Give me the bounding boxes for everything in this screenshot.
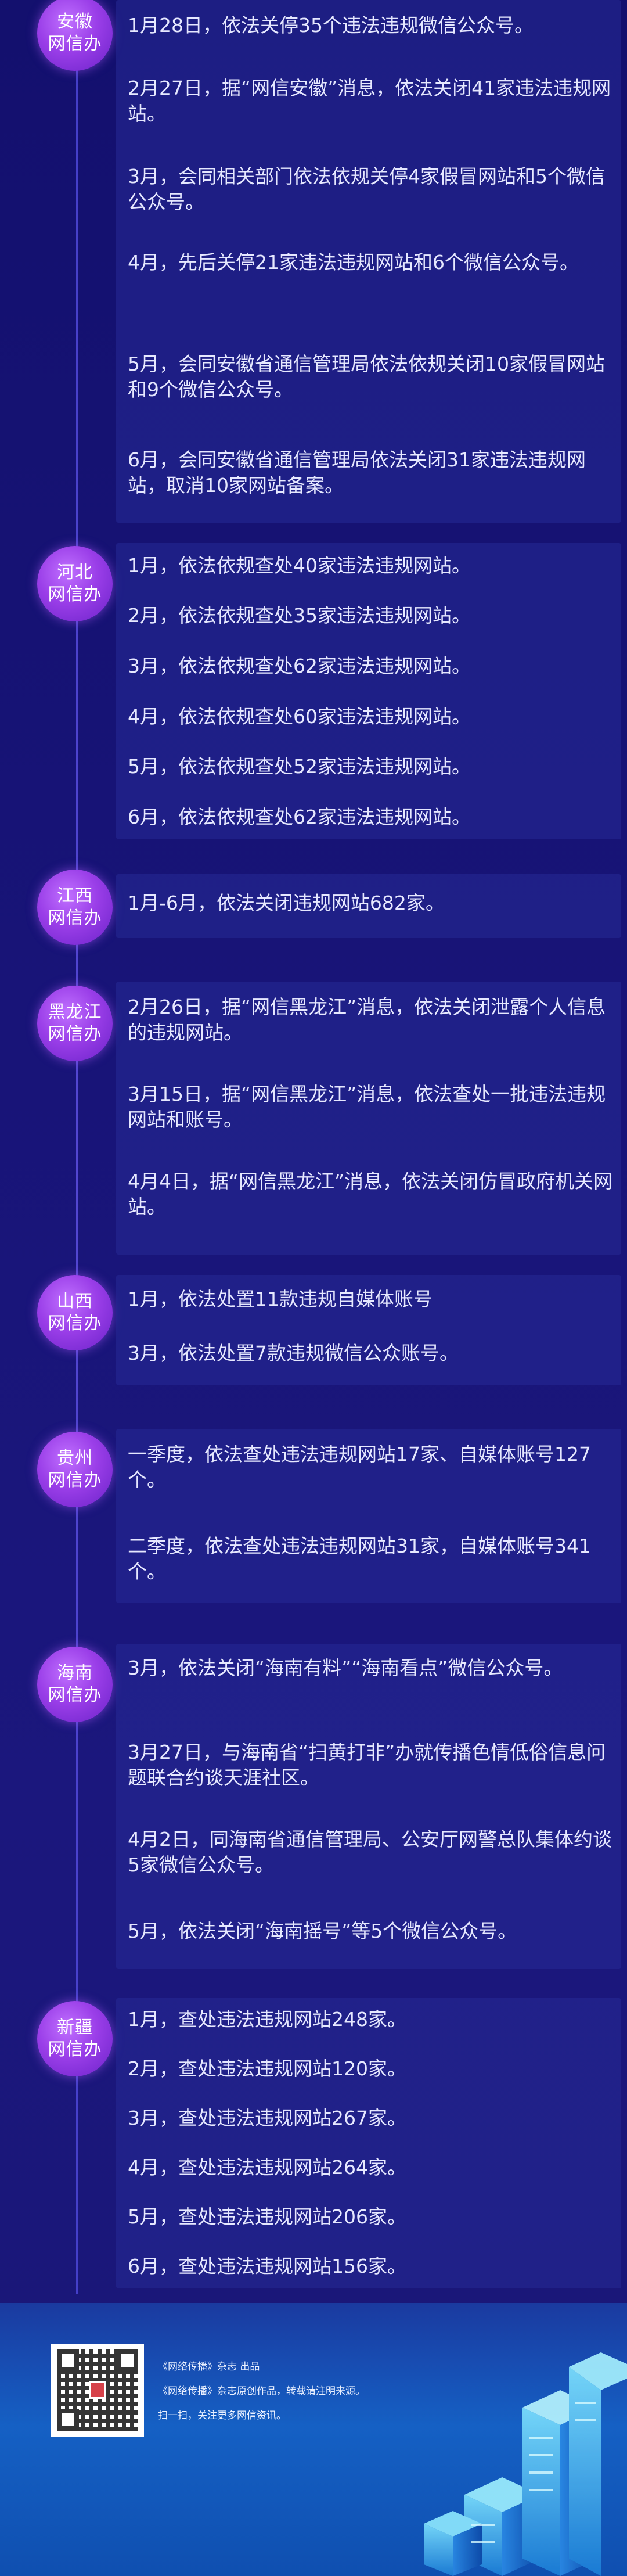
footer-banner: 《网络传播》杂志 出品 《网络传播》杂志原创作品，转载请注明来源。 扫一扫，关注… (0, 2303, 627, 2576)
badge-hainan: 海南 网信办 (37, 1647, 113, 1722)
list-item: 二季度，依法查处违法违规网站31家，自媒体账号341个。 (128, 1535, 591, 1583)
list-item: 1月，查处违法违规网站248家。 (128, 2008, 406, 2031)
list-item: 6月，会同安徽省通信管理局依法关闭31家违法违规网站，取消10家网站备案。 (128, 448, 586, 497)
badge-line: 网信办 (48, 908, 102, 928)
list-item: 5月，会同安徽省通信管理局依法依规关闭10家假冒网站和9个微信公众号。 (128, 353, 605, 401)
list-item: 4月2日，同海南省通信管理局、公安厅网警总队集体约谈5家微信公众号。 (128, 1828, 612, 1876)
content-panel (116, 1998, 621, 2288)
qr-logo-icon (89, 2381, 106, 2399)
badge-line: 河北 (57, 562, 93, 583)
list-item: 3月27日，与海南省“扫黄打非”办就传播色情低俗信息问题联合约谈天涯社区。 (128, 1741, 606, 1789)
list-item: 5月，查处违法违规网站206家。 (128, 2205, 406, 2228)
badge-line: 网信办 (48, 1313, 102, 1334)
timeline-line (76, 0, 78, 2294)
list-item: 4月，先后关停21家违法违规网站和6个微信公众号。 (128, 251, 579, 274)
list-item: 4月，依法依规查处60家违法违规网站。 (128, 705, 471, 728)
list-item: 1月，依法依规查处40家违法违规网站。 (128, 554, 471, 577)
badge-line: 安徽 (57, 12, 93, 32)
server-towers-illustration (424, 2352, 627, 2576)
badge-shanxi: 山西 网信办 (37, 1275, 113, 1350)
list-item: 4月，查处违法违规网站264家。 (128, 2156, 406, 2179)
badge-line: 贵州 (57, 1448, 93, 1468)
list-item: 一季度，依法查处违法违规网站17家、自媒体账号127个。 (128, 1443, 591, 1491)
list-item: 1月-6月，依法关闭违规网站682家。 (128, 892, 445, 914)
badge-hebei: 河北 网信办 (37, 546, 113, 621)
list-item: 3月，依法依规查处62家违法违规网站。 (128, 655, 471, 677)
qr-code[interactable] (51, 2344, 144, 2437)
badge-xinjiang: 新疆 网信办 (37, 2001, 113, 2076)
content-panel (116, 543, 621, 839)
list-item: 2月，依法依规查处35家违法违规网站。 (128, 604, 471, 627)
list-item: 2月，查处违法违规网站120家。 (128, 2057, 406, 2080)
badge-line: 网信办 (48, 2039, 102, 2060)
footer-publisher: 《网络传播》杂志 出品 (158, 2361, 260, 2373)
badge-line: 江西 (57, 886, 93, 906)
badge-line: 新疆 (57, 2017, 93, 2038)
list-item: 2月27日，据“网信安徽”消息，依法关闭41家违法违规网站。 (128, 77, 611, 125)
list-item: 6月，依法依规查处62家违法违规网站。 (128, 806, 471, 828)
list-item: 6月，查处违法违规网站156家。 (128, 2255, 406, 2277)
badge-line: 网信办 (48, 1024, 102, 1044)
list-item: 1月，依法处置11款违规自媒体账号 (128, 1288, 433, 1310)
badge-line: 网信办 (48, 1685, 102, 1705)
badge-guizhou: 贵州 网信办 (37, 1432, 113, 1507)
badge-line: 海南 (57, 1663, 93, 1683)
list-item: 3月，依法关闭“海南有料”“海南看点”微信公众号。 (128, 1657, 563, 1679)
badge-line: 黑龙江 (48, 1002, 102, 1022)
footer-copyright: 《网络传播》杂志原创作品，转载请注明来源。 (158, 2385, 365, 2397)
badge-jiangxi: 江西 网信办 (37, 870, 113, 945)
list-item: 2月26日，据“网信黑龙江”消息，依法关闭泄露个人信息的违规网站。 (128, 996, 606, 1044)
badge-line: 网信办 (48, 1470, 102, 1490)
list-item: 3月，会同相关部门依法依规关停4家假冒网站和5个微信公众号。 (128, 165, 605, 213)
list-item: 3月15日，据“网信黑龙江”消息，依法查处一批违法违规网站和账号。 (128, 1083, 606, 1131)
list-item: 1月28日，依法关停35个违法违规微信公众号。 (128, 14, 534, 37)
list-item: 5月，依法关闭“海南摇号”等5个微信公众号。 (128, 1920, 517, 1942)
badge-heilongjiang: 黑龙江 网信办 (37, 986, 113, 1061)
badge-line: 网信办 (48, 34, 102, 54)
badge-line: 网信办 (48, 584, 102, 605)
list-item: 4月4日，据“网信黑龙江”消息，依法关闭仿冒政府机关网站。 (128, 1170, 613, 1218)
list-item: 5月，依法依规查处52家违法违规网站。 (128, 755, 471, 778)
footer-scan-tip: 扫一扫，关注更多网信资讯。 (158, 2410, 286, 2421)
list-item: 3月，依法处置7款违规微信公众账号。 (128, 1342, 459, 1364)
list-item: 3月，查处违法违规网站267家。 (128, 2107, 406, 2129)
badge-line: 山西 (57, 1291, 93, 1312)
badge-anhui: 安徽 网信办 (37, 0, 113, 71)
